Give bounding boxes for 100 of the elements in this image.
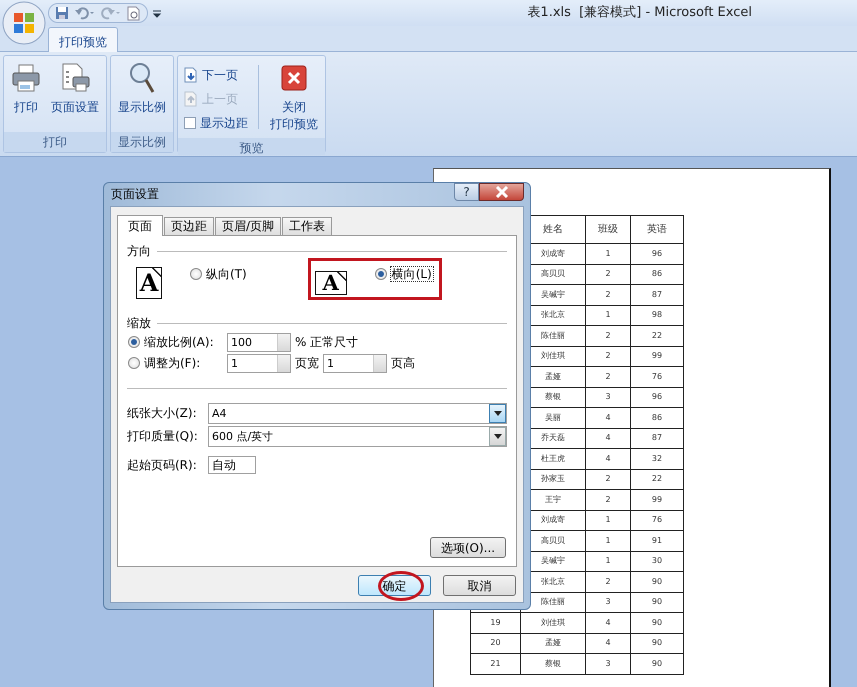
table-cell: 96 xyxy=(630,244,684,264)
table-cell: 孟娅 xyxy=(520,633,586,654)
checkbox-label[interactable]: 显示边距 xyxy=(200,116,248,130)
caret-icon xyxy=(494,411,502,416)
radio-button[interactable] xyxy=(128,357,140,370)
table-cell: 86 xyxy=(630,408,684,428)
table-cell: 22 xyxy=(630,326,684,346)
next-page-icon xyxy=(184,67,198,83)
table-cell: 2 xyxy=(586,490,630,510)
ribbon-button[interactable]: 显示比例 xyxy=(115,59,169,129)
ribbon-button[interactable]: 下一页 xyxy=(182,63,250,87)
table-cell: 2 xyxy=(586,469,630,490)
dialog-button[interactable]: 取消 xyxy=(443,575,516,596)
spin-field[interactable]: 1 xyxy=(323,354,387,373)
unit-label: 页宽 xyxy=(295,356,319,371)
table-cell: 90 xyxy=(630,654,684,674)
radio-button[interactable] xyxy=(128,336,140,348)
table-cell: 4 xyxy=(586,408,630,428)
radio-button[interactable] xyxy=(374,268,387,280)
table-cell: 90 xyxy=(630,572,684,592)
ribbon-button[interactable]: 打印 xyxy=(8,59,44,129)
spin-field[interactable]: 100 xyxy=(227,333,291,352)
dialog-tab[interactable]: 页边距 xyxy=(164,217,214,235)
table-cell: 1 xyxy=(586,305,630,326)
table-cell: 91 xyxy=(630,530,684,551)
table-cell: 32 xyxy=(630,448,684,469)
table-cell: 19 xyxy=(470,612,520,633)
dialog-tab[interactable]: 工作表 xyxy=(282,217,332,235)
section-heading: 缩放 xyxy=(127,316,151,330)
section-heading: 方向 xyxy=(127,244,151,258)
previous-page-icon xyxy=(184,91,198,107)
radio-label[interactable]: 调整为(F): xyxy=(144,356,200,371)
ribbon-button[interactable]: 页面设置 xyxy=(48,59,102,129)
radio-label[interactable]: 横向(L) xyxy=(390,267,433,282)
close-button[interactable] xyxy=(479,183,524,201)
printer-icon xyxy=(11,63,41,93)
field-label: 纸张大小(Z): xyxy=(127,406,198,421)
table-cell: 96 xyxy=(630,387,684,408)
table-cell: 86 xyxy=(630,264,684,284)
table-cell: 90 xyxy=(630,612,684,633)
undo-icon[interactable] xyxy=(75,6,95,20)
customize-caret-icon[interactable] xyxy=(152,8,162,18)
table-cell: 87 xyxy=(630,428,684,448)
table-cell: 99 xyxy=(630,490,684,510)
caret-icon xyxy=(494,434,502,439)
portrait-page-icon: A xyxy=(136,267,162,299)
table-cell: 3 xyxy=(586,654,630,674)
table-cell: 30 xyxy=(630,551,684,572)
help-button[interactable]: ? xyxy=(454,183,479,201)
table-cell: 2 xyxy=(586,346,630,366)
table-cell: 3 xyxy=(586,592,630,612)
column-header: 英语 xyxy=(630,216,684,244)
table-cell: 3 xyxy=(586,387,630,408)
ribbon-button[interactable]: 关闭 打印预览 xyxy=(267,59,321,135)
table-cell: 4 xyxy=(586,448,630,469)
close-icon xyxy=(494,186,508,198)
spin-field[interactable]: 1 xyxy=(227,354,291,373)
print-preview-icon[interactable] xyxy=(127,6,141,20)
group-label: 显示比例 xyxy=(111,132,173,152)
table-cell: 90 xyxy=(630,592,684,612)
table-cell: 1 xyxy=(586,510,630,530)
table-cell: 刘佳琪 xyxy=(520,612,586,633)
group-label: 预览 xyxy=(178,138,325,156)
radio-label[interactable]: 缩放比例(A): xyxy=(144,335,214,350)
table-cell: 87 xyxy=(630,284,684,305)
unit-label: 页高 xyxy=(391,356,415,371)
dialog-tab[interactable]: 页面 xyxy=(117,215,163,236)
dropdown[interactable]: 600 点/英寸 xyxy=(208,426,507,447)
table-cell: 2 xyxy=(586,284,630,305)
input-field[interactable]: 自动 xyxy=(208,456,256,474)
table-cell: 20 xyxy=(470,633,520,654)
ribbon-tab[interactable]: 打印预览 xyxy=(48,27,118,52)
save-icon[interactable] xyxy=(55,6,69,20)
table-cell: 90 xyxy=(630,633,684,654)
close-icon xyxy=(279,63,309,93)
table-cell: 99 xyxy=(630,346,684,366)
dialog-title: 页面设置 xyxy=(111,187,159,202)
table-cell: 4 xyxy=(586,633,630,654)
radio-label[interactable]: 纵向(T) xyxy=(206,267,247,282)
table-cell: 1 xyxy=(586,551,630,572)
radio-button[interactable] xyxy=(190,268,202,280)
magnifier-icon xyxy=(128,61,156,95)
table-cell: 1 xyxy=(586,530,630,551)
window-title: 表1.xls [兼容模式] - Microsoft Excel xyxy=(527,5,752,21)
checkbox[interactable] xyxy=(184,117,196,129)
table-cell: 21 xyxy=(470,654,520,674)
table-cell: 2 xyxy=(586,572,630,592)
table-cell: 98 xyxy=(630,305,684,326)
landscape-page-icon: A xyxy=(314,271,347,295)
table-cell: 2 xyxy=(586,366,630,387)
dropdown[interactable]: A4 xyxy=(208,403,507,424)
table-cell: 76 xyxy=(630,366,684,387)
table-cell: 2 xyxy=(586,326,630,346)
options-button[interactable]: 选项(O)... xyxy=(430,537,506,558)
table-cell: 22 xyxy=(630,469,684,490)
dialog-tab[interactable]: 页眉/页脚 xyxy=(215,217,282,235)
dialog-button[interactable]: 确定 xyxy=(358,575,431,596)
column-header: 班级 xyxy=(586,216,630,244)
table-cell: 4 xyxy=(586,428,630,448)
table-cell: 1 xyxy=(586,244,630,264)
